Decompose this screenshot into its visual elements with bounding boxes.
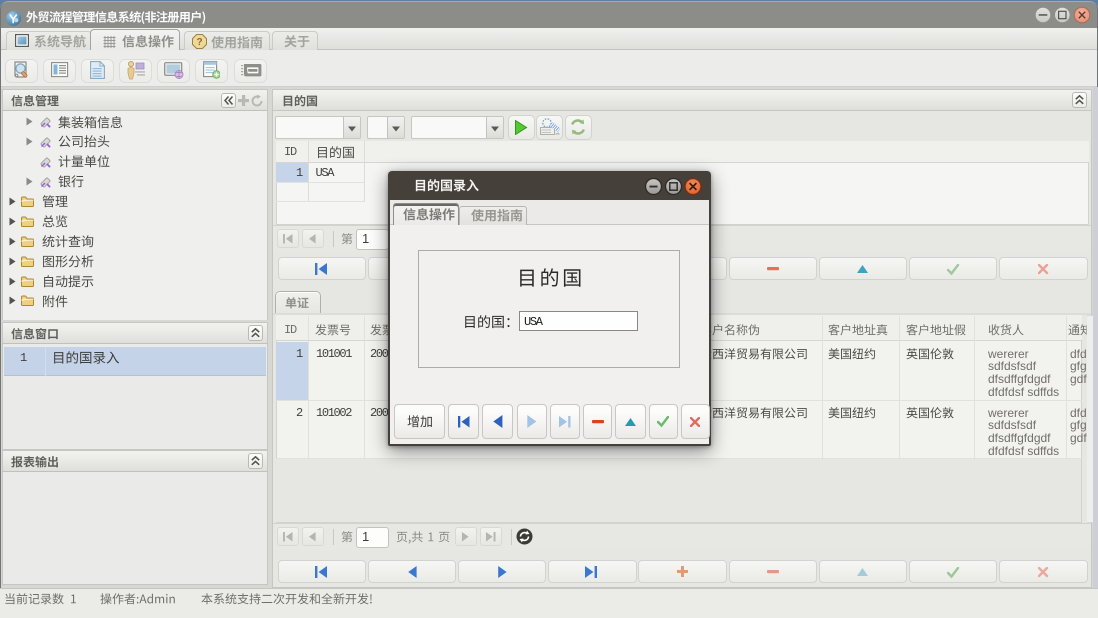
svg-text:?: ?: [196, 37, 202, 48]
